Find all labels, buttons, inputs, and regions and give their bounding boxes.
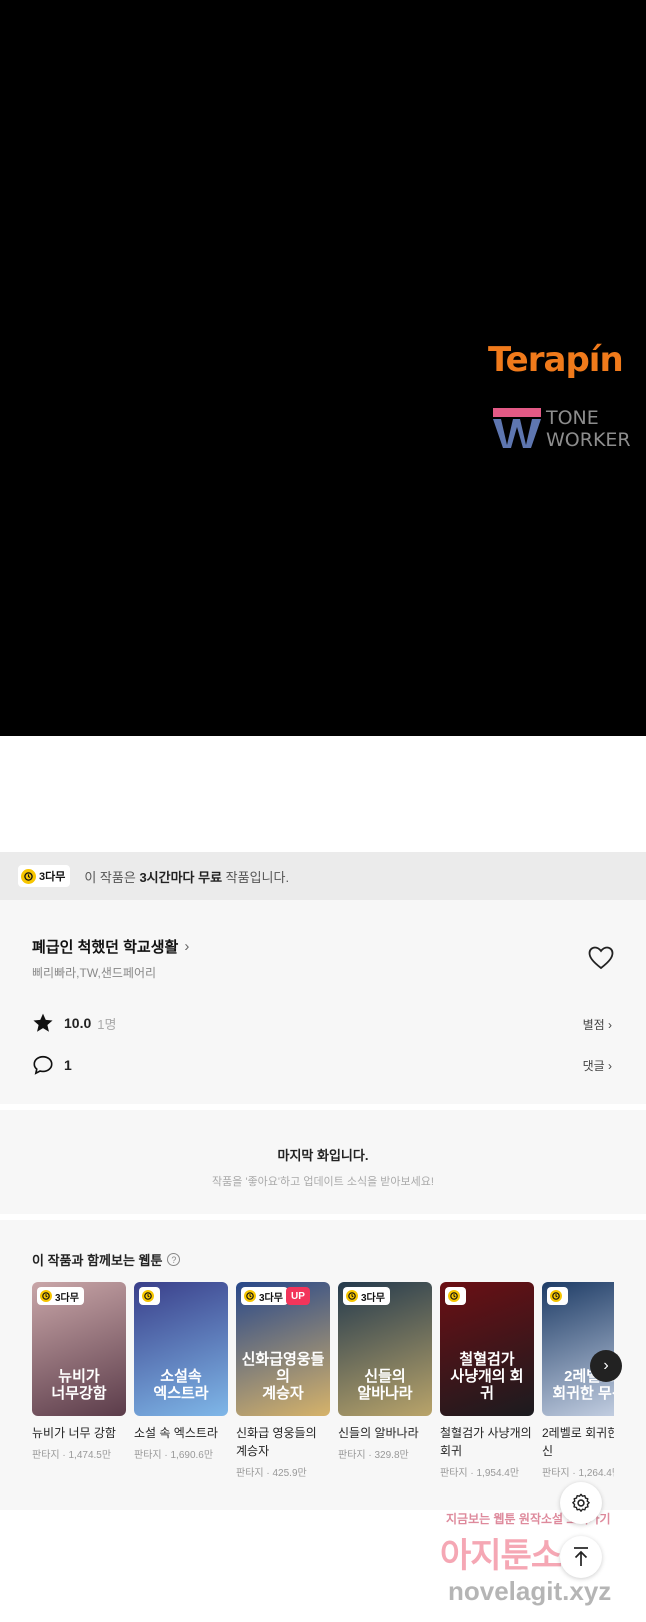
work-info: 폐급인 척했던 학교생활 › 삐리빠라,TW,샌드페어리 10.0 1명 별점 … (0, 900, 646, 1104)
last-episode-subtitle: 작품을 '좋아요'하고 업데이트 소식을 받아보세요! (212, 1176, 434, 1188)
help-icon[interactable]: ? (167, 1253, 181, 1266)
studio-logo: TONE WORKER (492, 405, 631, 451)
studio-logo-line2: WORKER (546, 429, 631, 451)
episode-image: Terapín TONE WORKER (0, 0, 646, 736)
clock-icon (142, 1290, 154, 1302)
recommendation-thumbnail: 소설속 엑스트라 (134, 1282, 228, 1416)
recommendation-meta: 판타지 · 1,474.5만 (32, 1450, 112, 1461)
rating-value: 10.0 (64, 1015, 92, 1031)
chevron-right-icon: › (184, 938, 190, 955)
recommendation-card[interactable]: 3다무 신들의 알바나라 신들의 알바나라 판타지 · 329.8만 (338, 1282, 432, 1461)
settings-button[interactable] (560, 1482, 602, 1524)
badge-label: 3다무 (55, 1292, 79, 1304)
scroll-top-button[interactable] (560, 1536, 602, 1578)
comment-count: 1 (64, 1057, 72, 1073)
heart-icon[interactable] (588, 946, 614, 970)
tone-worker-mark-icon (493, 408, 541, 448)
badge-label: 3다무 (259, 1292, 283, 1304)
recommendation-meta: 판타지 · 425.9만 (236, 1468, 307, 1479)
recommendation-card[interactable]: 소설속 엑스트라소설 속 엑스트라판타지 · 1,690.6만 (134, 1282, 228, 1461)
cover-title: 신들의 알바나라 (357, 1368, 413, 1402)
watermark-line3: novelagit.xyz (448, 1576, 612, 1606)
recommendation-card[interactable]: 3다무 UP 신화급영웅들의 계승자신화급 영웅들의 계승자판타지 · 425.9만 (236, 1282, 330, 1479)
recommendation-title: 신들의 알바나라 (338, 1426, 419, 1440)
cover-title: 철혈검가 사냥개의 회귀 (450, 1351, 524, 1402)
recommendation-card[interactable]: 3다무뉴비가 너무강함뉴비가 너무 강함판타지 · 1,474.5만 (32, 1282, 126, 1461)
badge-label: 3다무 (39, 871, 66, 883)
recommendation-meta: 판타지 · 329.8만 (338, 1450, 409, 1461)
wait-free-badge (445, 1287, 466, 1305)
recommendation-title: 철혈검가 사냥개의 회귀 (440, 1426, 532, 1458)
clock-icon (40, 1290, 52, 1302)
cover-title: 신화급영웅들의 계승자 (241, 1351, 325, 1402)
last-episode-title: 마지막 화입니다. (277, 1148, 369, 1163)
arrow-up-icon (574, 1547, 588, 1566)
recommendation-thumbnail: 3다무뉴비가 너무강함 (32, 1282, 126, 1416)
chevron-right-icon: › (603, 1357, 609, 1374)
chevron-right-icon: › (608, 1059, 612, 1073)
cover-title: 소설속 엑스트라 (153, 1368, 209, 1402)
studio-logo-line1: TONE (546, 407, 599, 429)
last-episode-notice: 마지막 화입니다. 작품을 '좋아요'하고 업데이트 소식을 받아보세요! (0, 1110, 646, 1214)
wait-free-badge: 3다무 (37, 1287, 84, 1305)
wait-free-badge: 3다무 (18, 865, 71, 887)
work-authors: 삐리빠라,TW,샌드페어리 (32, 966, 157, 980)
rating-count: 1명 (97, 1016, 117, 1032)
recommendations-heading: 이 작품과 함께보는 웹툰 ? (32, 1250, 181, 1269)
recommendation-meta: 판타지 · 1,264.4만 (542, 1468, 614, 1479)
clock-icon (550, 1290, 562, 1302)
recommendation-title: 소설 속 엑스트라 (134, 1426, 218, 1440)
recommendation-title: 2레벨로 회귀한 무신 (542, 1426, 614, 1458)
clock-icon (21, 868, 36, 884)
update-badge: UP (286, 1287, 310, 1305)
recommendation-meta: 판타지 · 1,690.6만 (134, 1450, 214, 1461)
recommendation-title: 신화급 영웅들의 계승자 (236, 1426, 317, 1458)
wait-free-badge (139, 1287, 160, 1305)
free-banner: 3다무 이 작품은 3시간마다 무료 작품입니다. (0, 852, 646, 900)
star-icon (33, 1013, 53, 1032)
clock-icon (448, 1290, 460, 1302)
free-banner-text: 이 작품은 3시간마다 무료 작품입니다. (84, 869, 290, 885)
recommendation-thumbnail: 2레벨로 회귀한 무신 (542, 1282, 614, 1416)
recommendation-thumbnail: 3다무신들의 알바나라 (338, 1282, 432, 1416)
wait-free-badge: 3다무 (241, 1287, 288, 1305)
comment-row: 1 (32, 1054, 72, 1076)
recommendation-thumbnail: 철혈검가 사냥개의 회귀 (440, 1282, 534, 1416)
carousel-next-button[interactable]: › (590, 1350, 622, 1382)
comment-icon (33, 1055, 53, 1075)
recommendations: 이 작품과 함께보는 웹툰 ? 3다무뉴비가 너무강함뉴비가 너무 강함판타지 … (0, 1220, 646, 1510)
wait-free-badge (547, 1287, 568, 1305)
badge-label: 3다무 (361, 1292, 385, 1304)
rating-link[interactable]: 별점 › (583, 1016, 612, 1033)
cover-title: 뉴비가 너무강함 (51, 1368, 107, 1402)
clock-icon (346, 1290, 358, 1302)
site-watermark: 지금보는 웹툰 원작소설 보러가기 아지툰소설 novelagit.xyz (440, 1510, 640, 1620)
clock-icon (244, 1290, 256, 1302)
rating-row: 10.0 1명 (32, 1012, 116, 1034)
work-title-link[interactable]: 폐급인 척했던 학교생활 › (32, 936, 189, 957)
recommendation-thumbnail: 3다무 UP 신화급영웅들의 계승자 (236, 1282, 330, 1416)
gear-icon (572, 1493, 590, 1512)
chevron-right-icon: › (608, 1018, 612, 1032)
recommendation-title: 뉴비가 너무 강함 (32, 1426, 116, 1440)
recommendation-meta: 판타지 · 1,954.4만 (440, 1468, 520, 1479)
work-title: 폐급인 척했던 학교생활 (32, 939, 179, 956)
comment-link[interactable]: 댓글 › (583, 1057, 612, 1074)
recommendation-carousel: 3다무 뉴비가 너무강함 뉴비가 너무 강함 판타지 · 1,474.5만 소설속 엑스… (32, 1282, 614, 1482)
recommendation-card[interactable]: 철혈검가 사냥개의 회귀 철혈검가 사냥개의 회귀 판타지 · 1,954.4만 (440, 1282, 534, 1479)
wait-free-badge: 3다무 (343, 1287, 390, 1305)
publisher-logo: Terapín (488, 340, 624, 380)
